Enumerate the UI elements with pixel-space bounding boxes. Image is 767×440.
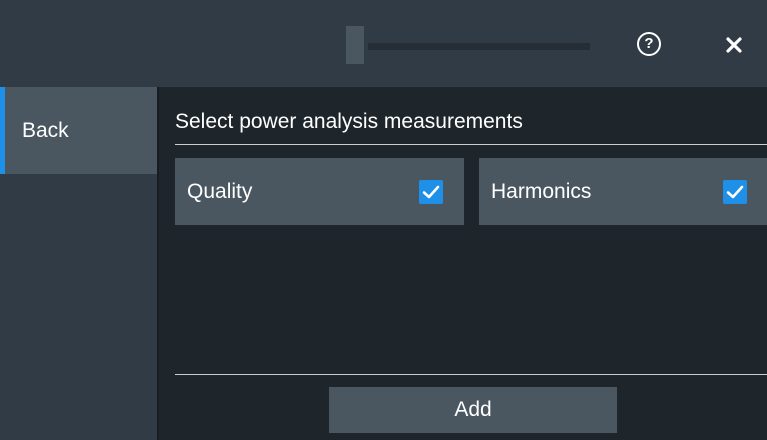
- quality-option[interactable]: Quality: [175, 158, 464, 225]
- add-button[interactable]: Add: [329, 387, 617, 433]
- help-icon[interactable]: ?: [637, 32, 661, 56]
- footer-divider: [175, 374, 767, 375]
- harmonics-checkbox[interactable]: [723, 180, 747, 204]
- page-title: Select power analysis measurements: [175, 110, 523, 133]
- measurement-dialog: ? Back Select power analysis measurement…: [0, 0, 767, 440]
- transparency-slider-track[interactable]: [368, 43, 590, 50]
- transparency-slider-handle[interactable]: [346, 26, 364, 64]
- top-bar: ?: [0, 0, 767, 87]
- sidebar-divider: [157, 87, 159, 440]
- sidebar: Back: [0, 87, 157, 440]
- help-glyph: ?: [644, 35, 654, 52]
- quality-label: Quality: [187, 180, 253, 203]
- back-label: Back: [22, 119, 69, 142]
- harmonics-option[interactable]: Harmonics: [479, 158, 767, 225]
- title-divider: [175, 144, 767, 145]
- back-selected-indicator: [0, 87, 5, 174]
- close-icon[interactable]: [719, 30, 749, 60]
- quality-checkbox[interactable]: [419, 180, 443, 204]
- back-button[interactable]: Back: [0, 87, 157, 174]
- harmonics-label: Harmonics: [491, 180, 592, 203]
